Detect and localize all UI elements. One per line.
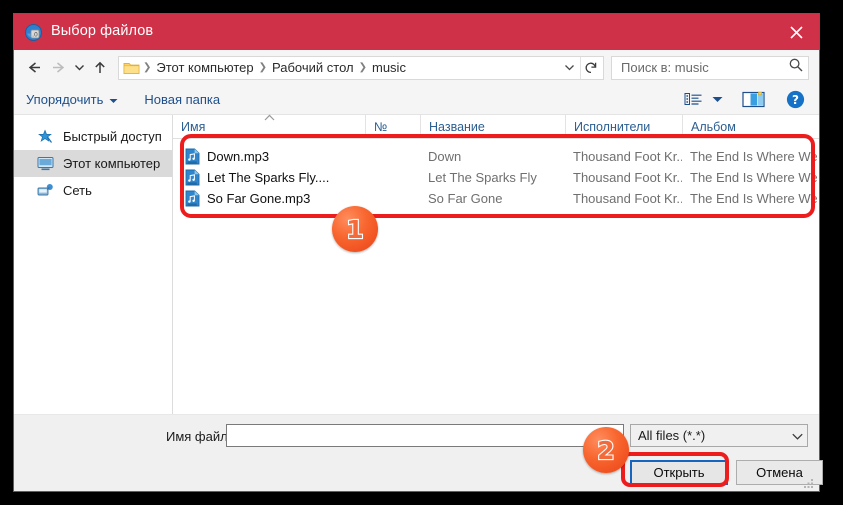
column-header-label: Имя <box>181 120 206 134</box>
toolbar: Упорядочить Новая папка ? <box>14 85 819 115</box>
folder-icon <box>123 61 140 75</box>
navigation-bar: ❯ Этот компьютер ❯ Рабочий стол ❯ music <box>14 50 819 85</box>
column-header-name[interactable]: Имя <box>173 114 365 138</box>
sidebar-item-label: Сеть <box>63 183 92 198</box>
file-type-filter-value: All files (*.*) <box>638 428 706 443</box>
window-title: Выбор файлов <box>51 23 154 39</box>
file-name-text: Down.mp3 <box>207 149 270 164</box>
file-list-pane: Имя № Название Исполнители Альбом Down.m… <box>173 114 822 414</box>
file-album-cell: The End Is Where We ... <box>690 170 819 185</box>
file-title-cell: Let The Sparks Fly <box>428 170 537 185</box>
svg-text:?: ? <box>792 93 799 107</box>
refresh-icon[interactable] <box>580 56 601 79</box>
column-header-label: Название <box>429 120 485 134</box>
open-button[interactable]: Открыть <box>630 460 728 485</box>
file-name-text: So Far Gone.mp3 <box>207 191 311 206</box>
column-header-label: Исполнители <box>574 120 651 134</box>
filename-input[interactable] <box>226 424 624 447</box>
organize-button[interactable]: Упорядочить <box>26 92 118 107</box>
navigation-sidebar: Быстрый доступ Этот компьютер Сеть <box>14 115 173 414</box>
annotation-badge-number: 2 <box>596 435 616 465</box>
breadcrumb-item-this-pc[interactable]: Этот компьютер <box>152 60 257 75</box>
breadcrumb-item-desktop[interactable]: Рабочий стол <box>268 60 358 75</box>
view-details-icon[interactable] <box>681 89 707 111</box>
media-player-icon: .0 <box>25 24 42 41</box>
breadcrumb-separator: ❯ <box>258 62 267 73</box>
organize-label: Упорядочить <box>26 92 104 107</box>
file-album-cell: The End Is Where We ... <box>690 149 819 164</box>
column-header-artists[interactable]: Исполнители <box>565 114 682 138</box>
preview-pane-icon[interactable] <box>737 89 771 111</box>
file-title-cell: So Far Gone <box>428 191 503 206</box>
table-row[interactable]: Down.mp3 Down Thousand Foot Kr... The En… <box>173 146 819 167</box>
chevron-down-icon <box>109 92 118 107</box>
svg-text:.0: .0 <box>32 32 38 39</box>
screenshot-root: .0 Выбор файлов ❯ Этот компьютер ❯ Рабоч… <box>0 0 843 505</box>
annotation-badge-2: 2 <box>583 427 629 473</box>
recent-locations-chevron-down-icon[interactable] <box>70 56 88 80</box>
arrow-left-icon[interactable] <box>22 56 46 80</box>
new-folder-button[interactable]: Новая папка <box>144 92 220 107</box>
dialog-body: Быстрый доступ Этот компьютер Сеть Имя №… <box>14 114 822 414</box>
breadcrumb-chevron-down-icon[interactable] <box>559 57 580 79</box>
table-row[interactable]: Let The Sparks Fly.... Let The Sparks Fl… <box>173 167 819 188</box>
sidebar-item-label: Быстрый доступ <box>63 129 162 144</box>
annotation-badge-number: 1 <box>345 214 365 244</box>
mp3-file-icon <box>185 148 200 165</box>
monitor-icon <box>37 156 55 172</box>
column-header-label: № <box>374 120 388 134</box>
sidebar-item-this-pc[interactable]: Этот компьютер <box>14 150 172 177</box>
file-list: Down.mp3 Down Thousand Foot Kr... The En… <box>173 139 819 414</box>
titlebar: .0 Выбор файлов <box>14 14 819 50</box>
table-row[interactable]: So Far Gone.mp3 So Far Gone Thousand Foo… <box>173 188 819 209</box>
file-type-filter-select[interactable]: All files (*.*) <box>630 424 808 447</box>
column-header-track[interactable]: № <box>365 114 420 138</box>
breadcrumb-separator: ❯ <box>358 62 367 73</box>
file-artist-cell: Thousand Foot Kr... <box>573 170 682 185</box>
file-name-cell[interactable]: Down.mp3 <box>173 148 365 165</box>
column-header-title[interactable]: Название <box>420 114 565 138</box>
sidebar-item-label: Этот компьютер <box>63 156 161 171</box>
sidebar-item-network[interactable]: Сеть <box>14 177 172 204</box>
chevron-down-icon <box>792 427 803 445</box>
column-header-row: Имя № Название Исполнители Альбом <box>173 114 822 139</box>
view-chevron-down-icon[interactable] <box>707 89 727 111</box>
breadcrumb: ❯ Этот компьютер ❯ Рабочий стол ❯ music <box>118 55 604 80</box>
new-folder-label: Новая папка <box>144 92 221 107</box>
column-header-label: Альбом <box>691 120 736 134</box>
help-question-icon[interactable]: ? <box>781 89 809 111</box>
column-header-album[interactable]: Альбом <box>682 114 822 138</box>
file-name-cell[interactable]: Let The Sparks Fly.... <box>173 169 365 186</box>
file-name-text: Let The Sparks Fly.... <box>207 170 330 185</box>
dialog-footer: Имя файла: All files (*.*) Открыть Отмен… <box>14 414 823 491</box>
mp3-file-icon <box>185 190 200 207</box>
close-icon[interactable] <box>774 14 819 50</box>
search-input[interactable] <box>619 59 788 76</box>
file-picker-dialog: .0 Выбор файлов ❯ Этот компьютер ❯ Рабоч… <box>13 13 823 492</box>
file-album-cell: The End Is Where We ... <box>690 191 819 206</box>
arrow-right-icon[interactable] <box>46 56 70 80</box>
arrow-up-icon[interactable] <box>88 56 112 80</box>
sidebar-item-quick-access[interactable]: Быстрый доступ <box>14 123 172 150</box>
resize-grip-icon[interactable] <box>804 477 815 488</box>
search-box[interactable] <box>611 55 809 80</box>
annotation-badge-1: 1 <box>332 206 378 252</box>
file-artist-cell: Thousand Foot Kr... <box>573 149 682 164</box>
network-icon <box>37 183 55 199</box>
search-icon[interactable] <box>788 57 804 78</box>
breadcrumb-separator: ❯ <box>143 62 152 73</box>
file-name-cell[interactable]: So Far Gone.mp3 <box>173 190 365 207</box>
mp3-file-icon <box>185 169 200 186</box>
breadcrumb-item-music[interactable]: music <box>368 60 410 75</box>
file-artist-cell: Thousand Foot Kr... <box>573 191 682 206</box>
star-pin-icon <box>37 128 55 145</box>
file-title-cell: Down <box>428 149 462 164</box>
